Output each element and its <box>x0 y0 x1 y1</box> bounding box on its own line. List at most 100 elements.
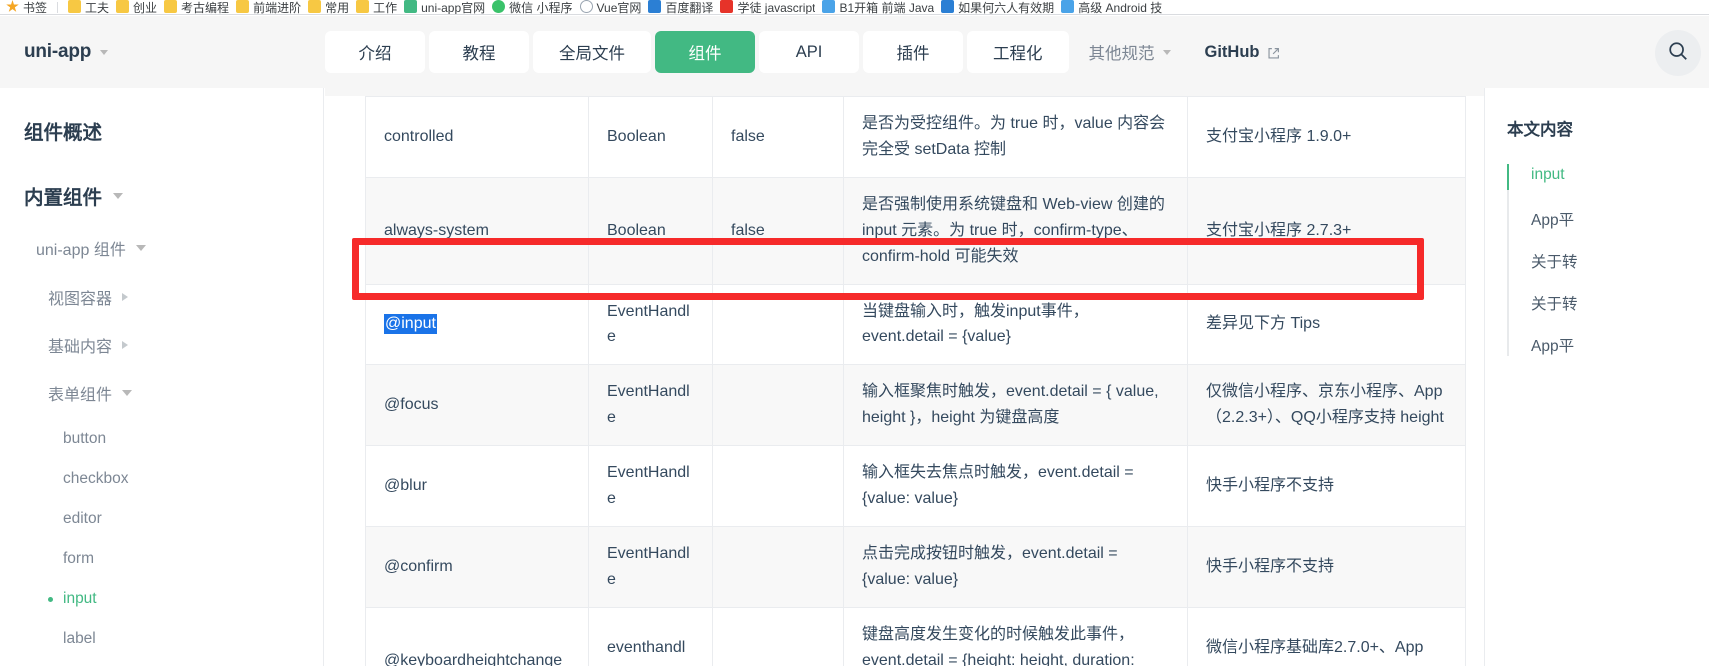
cell-type: Boolean <box>588 96 713 178</box>
sidebar-item-input[interactable]: input <box>0 589 323 609</box>
table-row[interactable]: @confirm EventHandle 点击完成按钮时触发，event.det… <box>365 525 1466 608</box>
bookmark-item[interactable]: 工夫 <box>68 0 109 14</box>
toc-item-input[interactable]: input <box>1507 164 1709 190</box>
toc-item-label: App平 <box>1531 212 1575 229</box>
sidebar-group-label: 表单组件 <box>48 387 113 404</box>
cell-platform: 微信小程序基础库2.7.0+、App 3.1.0+ <box>1187 606 1466 666</box>
bookmark-item[interactable]: B1开箱 前端 Java <box>822 0 934 14</box>
bookmark-item[interactable]: 书签 <box>6 0 47 14</box>
table-row[interactable]: controlled Boolean false 是否为受控组件。为 true … <box>365 96 1466 178</box>
bookmark-label: 考古编程 <box>181 1 230 15</box>
bookmark-icon <box>941 0 955 13</box>
sidebar-item-editor[interactable]: editor <box>0 509 323 529</box>
browser-bookmark-bar[interactable]: 书签 工夫 创业 考古编程 前端进阶 常用 工作 uni-app官网 微信 小程… <box>0 0 1709 15</box>
table-row[interactable]: always-system Boolean false 是否强制使用系统键盘和 … <box>365 176 1466 285</box>
cell-description: 键盘高度发生变化的时候触发此事件，event.detail = {height:… <box>843 606 1188 666</box>
sidebar-group-uniapp-components[interactable]: uni-app 组件 <box>0 236 323 260</box>
toc-title: 本文内容 <box>1507 121 1573 139</box>
tab-label: API <box>795 42 823 61</box>
table-row[interactable]: @blur EventHandle 输入框失去焦点时触发，event.detai… <box>365 445 1466 527</box>
cell-description: 输入框聚焦时触发，event.detail = { value, height … <box>843 364 1188 447</box>
baidu-icon <box>648 0 662 13</box>
tab-plugins[interactable]: 插件 <box>863 31 963 73</box>
github-link[interactable]: GitHub <box>1191 31 1294 73</box>
sidebar-group-builtin[interactable]: 内置组件 <box>0 181 323 210</box>
bookmark-item[interactable]: 工作 <box>356 0 397 14</box>
bookmark-item[interactable]: 创业 <box>116 0 157 14</box>
toc-item[interactable]: 关于转 <box>1531 292 1709 314</box>
tab-components[interactable]: 组件 <box>655 31 755 73</box>
toc-item[interactable]: App平 <box>1531 208 1709 230</box>
sidebar-item-form[interactable]: form <box>0 549 323 569</box>
sidebar-item-button[interactable]: button <box>0 429 323 449</box>
tab-label: 工程化 <box>993 45 1043 63</box>
toc-item[interactable]: 关于转 <box>1531 250 1709 272</box>
folder-icon <box>308 0 322 13</box>
tab-api[interactable]: API <box>759 31 859 73</box>
cell-description: 当键盘输入时，触发input事件，event.detail = {value} <box>843 283 1188 366</box>
tab-label: 组件 <box>688 45 722 63</box>
bookmark-label: uni-app官网 <box>421 1 486 15</box>
github-label: GitHub <box>1204 42 1260 61</box>
table-row[interactable]: @keyboardheightchange eventhandle 键盘高度发生… <box>365 606 1466 666</box>
external-link-icon <box>1267 46 1280 59</box>
tab-engineering[interactable]: 工程化 <box>967 31 1069 73</box>
sidebar-group-label: uni-app 组件 <box>36 242 126 259</box>
cell-attribute-name: controlled <box>365 96 589 178</box>
bookmark-item[interactable]: Vue官网 <box>579 0 641 14</box>
search-button[interactable] <box>1655 30 1701 76</box>
sidebar-group-form-components[interactable]: 表单组件 <box>0 381 323 405</box>
toc-item[interactable]: App平 <box>1531 334 1709 356</box>
sidebar-heading-label: 组件概述 <box>24 122 103 144</box>
cell-description: 点击完成按钮时触发，event.detail = {value: value} <box>843 525 1188 608</box>
cell-attribute-name: @focus <box>365 364 589 447</box>
bookmark-label: 常用 <box>325 1 350 15</box>
bookmark-item[interactable]: uni-app官网 <box>404 0 485 14</box>
site-navbar: uni-app 介绍 教程 全局文件 组件 API 插件 工程化 其他规范 Gi… <box>0 16 1709 88</box>
left-sidebar[interactable]: 组件概述 内置组件 uni-app 组件 视图容器 基础内容 表单组件 butt… <box>0 88 324 666</box>
bookmark-item[interactable]: 微信 小程序 <box>492 0 573 15</box>
sidebar-heading-label: 内置组件 <box>24 187 103 209</box>
chevron-down-icon <box>113 192 124 199</box>
cell-platform: 快手小程序不支持 <box>1187 445 1466 527</box>
sidebar-group-basic-content[interactable]: 基础内容 <box>0 333 323 357</box>
cell-platform: 支付宝小程序 1.9.0+ <box>1187 96 1466 178</box>
sidebar-item-checkbox[interactable]: checkbox <box>0 469 323 489</box>
bookmark-item[interactable]: 前端进阶 <box>236 0 301 14</box>
chevron-right-icon <box>122 341 129 349</box>
cell-default: false <box>712 176 844 285</box>
tab-label: 介绍 <box>358 45 392 63</box>
tab-intro[interactable]: 介绍 <box>325 31 425 73</box>
cell-attribute-name: always-system <box>365 176 589 285</box>
brand-selector[interactable]: uni-app <box>24 41 324 63</box>
sidebar-item-label: input <box>63 590 97 607</box>
cell-default <box>712 364 844 447</box>
sidebar-item-overview[interactable]: 组件概述 <box>0 116 323 145</box>
bookmark-label: 学徒 javascript <box>737 1 816 15</box>
bookmark-label: 书签 <box>23 1 48 15</box>
bookmark-item[interactable]: 高级 Android 技 <box>1061 0 1162 14</box>
sidebar-group-view-container[interactable]: 视图容器 <box>0 285 323 309</box>
bookmark-item[interactable]: 百度翻译 <box>648 0 713 14</box>
cell-default <box>712 283 844 366</box>
bookmark-item[interactable]: 考古编程 <box>164 0 229 14</box>
tab-other-specs[interactable]: 其他规范 <box>1073 31 1187 73</box>
table-row[interactable]: @focus EventHandle 输入框聚焦时触发，event.detail… <box>365 364 1466 447</box>
bookmark-icon <box>822 0 836 13</box>
tab-global-files[interactable]: 全局文件 <box>533 31 651 73</box>
cell-platform: 快手小程序不支持 <box>1187 525 1466 608</box>
folder-icon <box>236 0 250 13</box>
sidebar-item-label[interactable]: label <box>0 629 323 649</box>
table-row-highlighted[interactable]: @input EventHandle 当键盘输入时，触发input事件，even… <box>365 283 1466 366</box>
bookmark-label: 前端进阶 <box>253 1 302 15</box>
cell-default <box>712 606 844 666</box>
bookmark-item[interactable]: 常用 <box>308 0 349 14</box>
bookmark-label: 微信 小程序 <box>509 1 573 15</box>
star-icon <box>6 0 19 12</box>
cell-type: Boolean <box>588 176 713 285</box>
uniapp-icon <box>404 0 418 13</box>
tab-tutorial[interactable]: 教程 <box>429 31 529 73</box>
bookmark-item[interactable]: 如果何六人有效期 <box>941 0 1054 14</box>
bookmark-item[interactable]: 学徒 javascript <box>720 0 815 14</box>
cell-default <box>712 445 844 527</box>
